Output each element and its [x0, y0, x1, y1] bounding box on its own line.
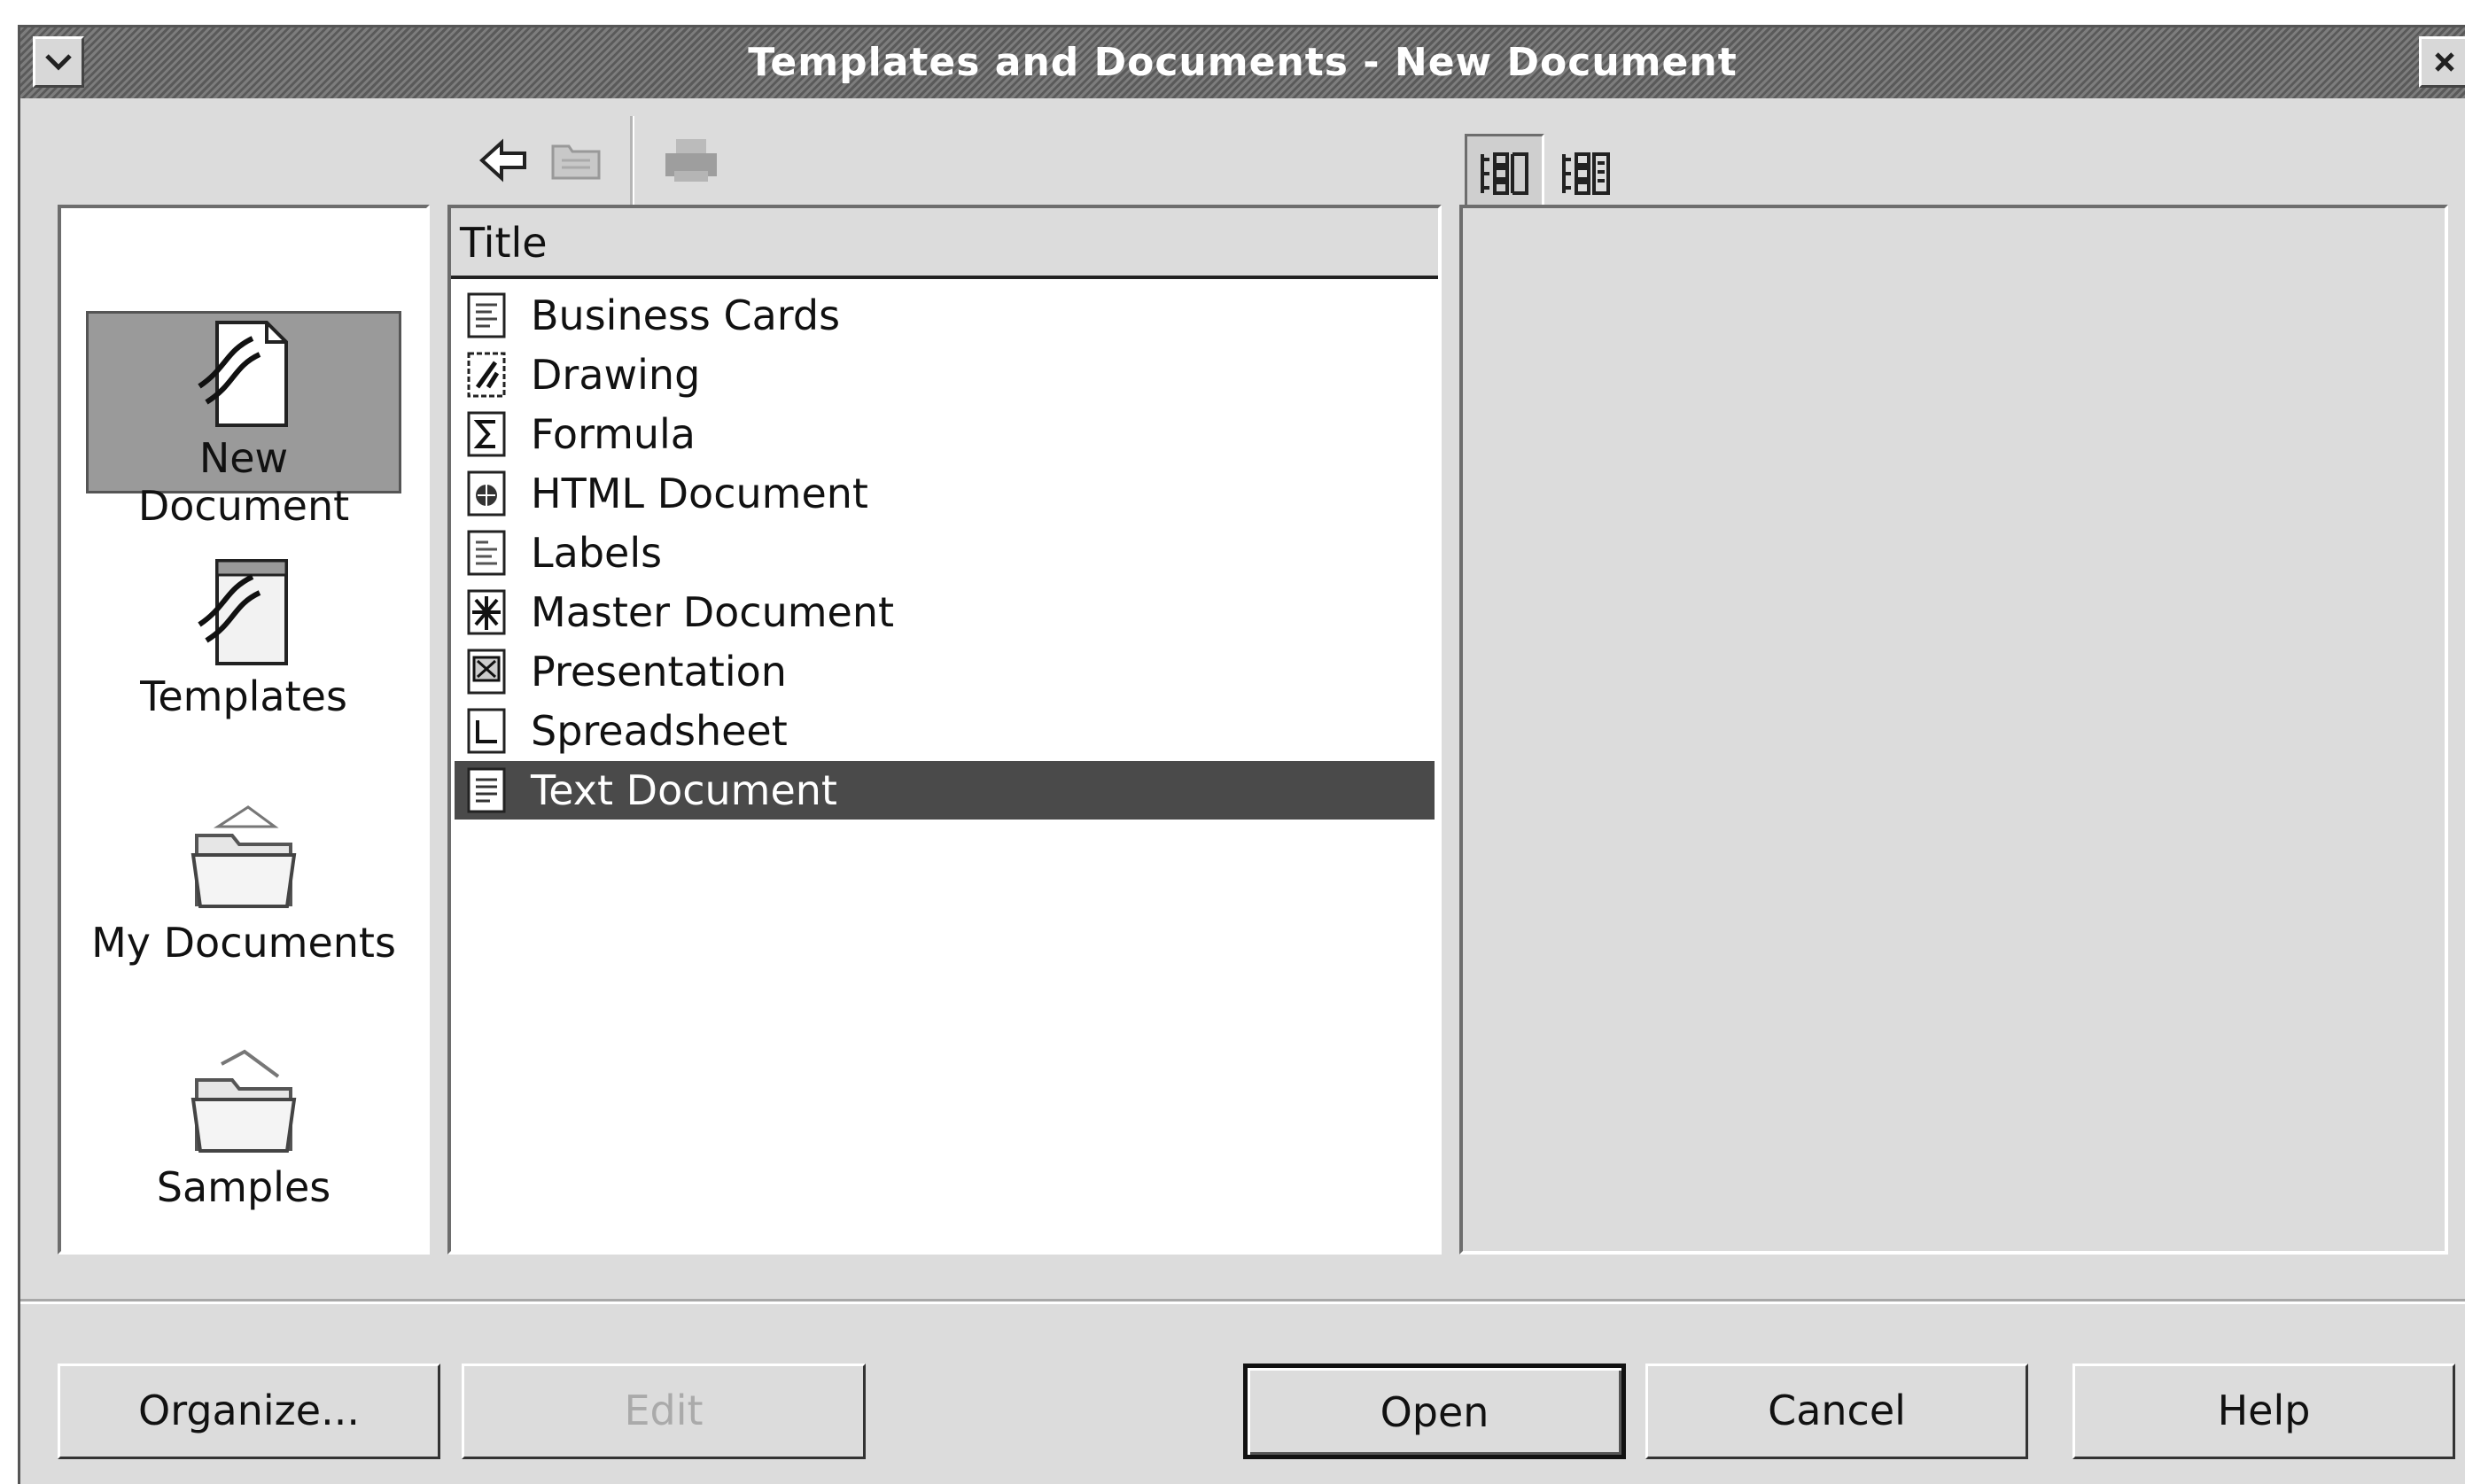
category-label: Templates	[140, 672, 347, 720]
category-panel: New Document Templates My Documents Samp…	[58, 205, 430, 1255]
organize-button[interactable]: Organize...	[58, 1364, 440, 1459]
list-item[interactable]: Labels	[455, 524, 1435, 582]
master-document-icon	[467, 589, 506, 635]
templates-dialog: Templates and Documents - New Document N…	[18, 25, 2465, 1484]
spreadsheet-icon	[467, 708, 506, 754]
presentation-icon	[467, 649, 506, 695]
list-item[interactable]: Spreadsheet	[455, 702, 1435, 760]
my-documents-icon	[191, 805, 297, 908]
help-button[interactable]: Help	[2072, 1364, 2455, 1459]
list-item-label: Drawing	[531, 351, 701, 399]
close-icon	[2435, 52, 2454, 72]
category-label: Samples	[156, 1163, 331, 1211]
list-item-label: HTML Document	[531, 470, 868, 517]
back-arrow-icon	[479, 138, 526, 183]
templates-icon	[198, 559, 288, 665]
list-item-label: Formula	[531, 410, 696, 458]
toolbar-separator	[630, 116, 634, 214]
open-button[interactable]: Open	[1243, 1364, 1626, 1459]
title-bar: Templates and Documents - New Document	[20, 27, 2465, 98]
samples-icon	[191, 1049, 297, 1153]
list-item-selected[interactable]: Text Document	[455, 761, 1435, 820]
html-document-icon	[467, 470, 506, 517]
folder-up-icon	[551, 144, 601, 180]
list-item[interactable]: Drawing	[455, 346, 1435, 404]
document-view-icon	[1481, 152, 1528, 195]
list-item[interactable]: Formula	[455, 405, 1435, 463]
button-divider	[20, 1299, 2465, 1304]
print-button[interactable]	[651, 125, 731, 196]
back-button[interactable]	[472, 125, 534, 196]
list-item-label: Labels	[531, 529, 663, 577]
list-item[interactable]: Business Cards	[455, 286, 1435, 345]
category-label: My Documents	[91, 919, 396, 967]
list-item-label: Business Cards	[531, 291, 841, 339]
category-my-documents[interactable]: My Documents	[86, 800, 401, 983]
drawing-icon	[467, 352, 506, 398]
list-item[interactable]: HTML Document	[455, 464, 1435, 523]
category-new-document[interactable]: New Document	[86, 311, 401, 530]
list-item[interactable]: Presentation	[455, 642, 1435, 701]
folder-up-button[interactable]	[545, 125, 607, 196]
formula-icon	[467, 411, 506, 457]
view-properties-button[interactable]	[1546, 134, 1626, 214]
cancel-button[interactable]: Cancel	[1645, 1364, 2028, 1459]
close-button[interactable]	[2419, 36, 2465, 88]
labels-icon	[467, 530, 506, 576]
edit-button[interactable]: Edit	[462, 1364, 866, 1459]
category-label: New Document	[137, 434, 350, 530]
column-header-title[interactable]: Title	[451, 208, 1438, 279]
print-icon	[665, 139, 717, 182]
list-item-label: Text Document	[531, 766, 837, 814]
template-list[interactable]: Title Business Cards Drawing Formula HTM…	[447, 205, 1442, 1255]
category-samples[interactable]: Samples	[86, 1045, 401, 1227]
properties-view-icon	[1562, 152, 1610, 195]
business-cards-icon	[467, 292, 506, 338]
column-header-label: Title	[460, 219, 548, 267]
preview-panel	[1459, 205, 2448, 1255]
new-document-icon	[198, 321, 288, 427]
list-item[interactable]: Master Document	[455, 583, 1435, 641]
list-item-label: Presentation	[531, 648, 787, 695]
window-title: Templates and Documents - New Document	[748, 40, 1738, 85]
category-templates[interactable]: Templates	[86, 554, 401, 736]
view-document-button[interactable]	[1465, 134, 1544, 214]
list-item-label: Master Document	[531, 588, 895, 636]
list-item-label: Spreadsheet	[531, 707, 788, 755]
text-document-icon	[467, 767, 506, 813]
